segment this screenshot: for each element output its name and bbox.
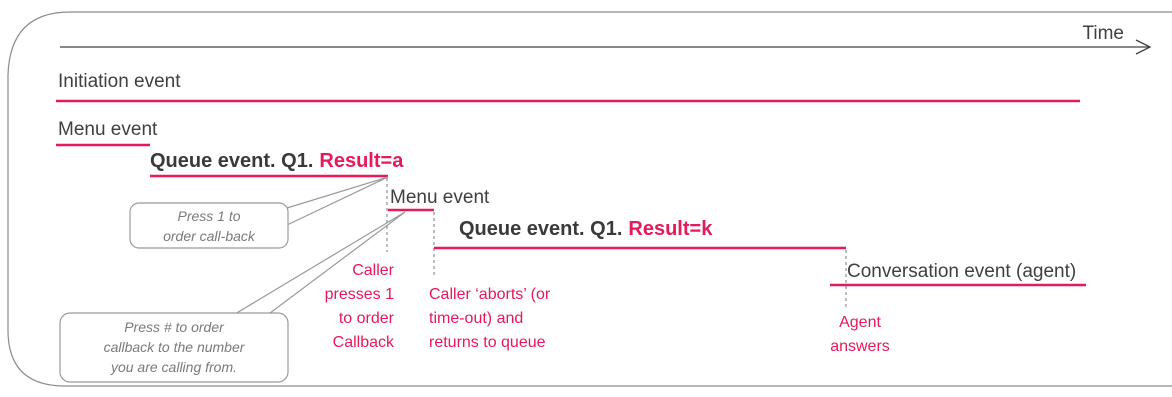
menu-event-1-label: Menu event <box>58 119 158 140</box>
queue-event-2-name: Queue event. Q1. <box>459 218 622 240</box>
caller-aborts-line1: Caller ‘aborts’ (or <box>429 286 551 303</box>
menu-event-2-label: Menu event <box>390 187 490 208</box>
press1-note-line1: Press 1 to <box>177 208 240 224</box>
time-axis-label: Time <box>1082 23 1124 44</box>
presshash-note-line3: you are calling from. <box>110 359 237 375</box>
press1-callout-pointer <box>286 176 389 226</box>
conversation-event-label: Conversation event (agent) <box>847 261 1076 282</box>
queue-event-1-name: Queue event. Q1. <box>150 150 313 172</box>
queue-event-2-label: Queue event. Q1. Result=k <box>459 218 713 240</box>
queue-event-1-result: Result=a <box>319 150 404 172</box>
caller-aborts-line3: returns to queue <box>429 334 546 351</box>
caller-aborts-line2: time-out) and <box>429 310 523 327</box>
agent-answers-line2: answers <box>830 338 890 355</box>
caller-presses-line2: presses 1 <box>325 286 394 303</box>
diagram-canvas: Time Initiation event Menu event Queue e… <box>7 11 1172 387</box>
caller-presses-line3: to order <box>339 310 395 327</box>
timeline-diagram: Time Initiation event Menu event Queue e… <box>0 0 1172 392</box>
presshash-note-line2: callback to the number <box>104 339 246 355</box>
agent-answers-line1: Agent <box>839 314 881 331</box>
press1-note-line2: order call-back <box>163 228 256 244</box>
queue-event-1-label: Queue event. Q1. Result=a <box>150 150 404 172</box>
initiation-event-label: Initiation event <box>58 71 181 92</box>
queue-event-2-result: Result=k <box>628 218 713 240</box>
presshash-note-line1: Press # to order <box>124 319 225 335</box>
caller-presses-line4: Callback <box>333 334 395 351</box>
caller-presses-line1: Caller <box>352 262 394 279</box>
